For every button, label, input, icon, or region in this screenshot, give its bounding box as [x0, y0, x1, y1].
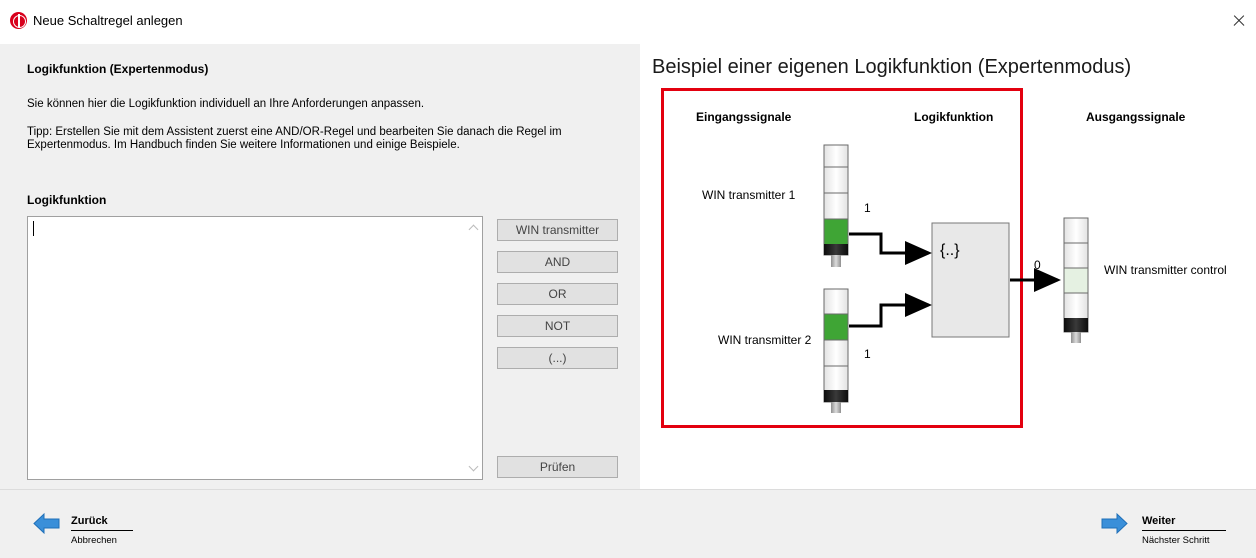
outputs-heading: Ausgangssignale: [1086, 110, 1186, 124]
output-value: 0: [1034, 258, 1041, 272]
input-2-connection: [849, 293, 932, 328]
signal-tower-input-2: [823, 288, 849, 413]
intro-text: Sie können hier die Logikfunktion indivi…: [27, 98, 425, 110]
logic-function-editor[interactable]: [27, 216, 483, 480]
input-2-label: WIN transmitter 2: [718, 333, 812, 347]
tip-text: Tipp: Erstellen Sie mit dem Assistent zu…: [27, 126, 562, 151]
signal-tower-output: [1063, 217, 1089, 343]
input-1-value: 1: [864, 201, 871, 215]
insert-and-button[interactable]: AND: [497, 251, 618, 273]
input-1-connection: [849, 232, 932, 265]
check-button[interactable]: Prüfen: [497, 456, 618, 478]
logic-function-label: Logikfunktion: [27, 193, 107, 207]
logic-example-diagram: Eingangssignale Logikfunktion Ausgangssi…: [661, 88, 1227, 428]
next-button[interactable]: Weiter: [1142, 515, 1175, 527]
cancel-button[interactable]: Abbrechen: [71, 535, 117, 546]
example-title: Beispiel einer eigenen Logikfunktion (Ex…: [652, 56, 1132, 78]
window-title: Neue Schaltregel anlegen: [33, 13, 183, 28]
close-icon[interactable]: [1222, 4, 1256, 38]
inputs-heading: Eingangssignale: [696, 110, 792, 124]
scroll-up-icon[interactable]: [468, 224, 479, 235]
app-logo-icon: [10, 12, 27, 29]
back-button[interactable]: Zurück: [71, 515, 108, 527]
scroll-down-icon[interactable]: [468, 461, 479, 472]
input-1-label: WIN transmitter 1: [702, 188, 796, 202]
output-label: WIN transmitter control: [1104, 263, 1227, 277]
insert-or-button[interactable]: OR: [497, 283, 618, 305]
editor-scrollbar[interactable]: [465, 217, 482, 479]
insert-parentheses-button[interactable]: (...): [497, 347, 618, 369]
bottom-bar: [0, 489, 1256, 558]
logic-function-symbol: {..}: [940, 242, 960, 259]
back-arrow-icon[interactable]: [33, 511, 60, 536]
insert-win-transmitter-button[interactable]: WIN transmitter: [497, 219, 618, 241]
text-caret: [33, 221, 34, 236]
logic-heading: Logikfunktion: [914, 110, 993, 124]
next-arrow-icon[interactable]: [1101, 511, 1128, 536]
logic-function-block: [931, 222, 1010, 338]
insert-not-button[interactable]: NOT: [497, 315, 618, 337]
input-2-value: 1: [864, 347, 871, 361]
signal-tower-input-1: [823, 144, 849, 267]
section-title: Logikfunktion (Expertenmodus): [27, 62, 209, 76]
next-step-text[interactable]: Nächster Schritt: [1142, 535, 1210, 546]
back-underline: [71, 530, 133, 531]
next-underline: [1142, 530, 1226, 531]
title-bar: Neue Schaltregel anlegen: [0, 0, 1256, 44]
